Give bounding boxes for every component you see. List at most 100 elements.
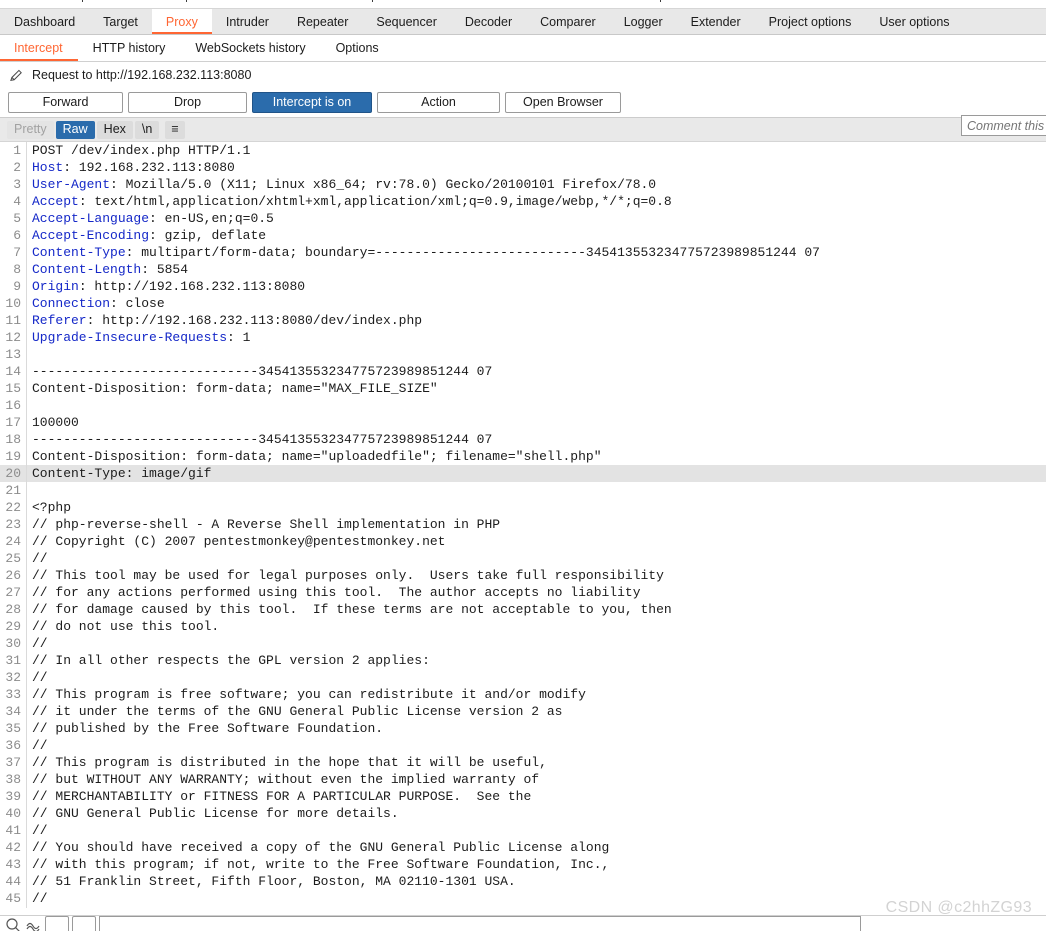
- code-line[interactable]: 40 // GNU General Public License for more…: [0, 805, 1046, 822]
- hamburger-menu-icon[interactable]: ≡: [165, 120, 185, 139]
- code-line[interactable]: 20 Content-Type: image/gif: [0, 465, 1046, 482]
- line-segment: Content-Type: image/gif: [32, 466, 212, 481]
- main-tab-proxy[interactable]: Proxy: [151, 9, 212, 34]
- code-line[interactable]: 9 Origin: http://192.168.232.113:8080: [0, 278, 1046, 295]
- main-tab-sequencer[interactable]: Sequencer: [362, 9, 450, 34]
- code-line[interactable]: 23 // php-reverse-shell - A Reverse Shell…: [0, 516, 1046, 533]
- code-line[interactable]: 8 Content-Length: 5854: [0, 261, 1046, 278]
- pretty-view-button[interactable]: Pretty: [7, 120, 54, 139]
- request-target-row: Request to http://192.168.232.113:8080: [0, 62, 1046, 88]
- code-line[interactable]: 37 // This program is distributed in the …: [0, 754, 1046, 771]
- sub-tab-http-history[interactable]: HTTP history: [78, 35, 181, 61]
- raw-view-button[interactable]: Raw: [55, 120, 95, 139]
- code-line[interactable]: 46// This tool may be used for legal pur…: [0, 907, 1046, 908]
- code-line[interactable]: 1 POST /dev/index.php HTTP/1.1: [0, 142, 1046, 159]
- main-tab-logger[interactable]: Logger: [610, 9, 677, 34]
- code-line[interactable]: 27 // for any actions performed using thi…: [0, 584, 1046, 601]
- code-line[interactable]: 6 Accept-Encoding: gzip, deflate: [0, 227, 1046, 244]
- code-line[interactable]: 22 <?php: [0, 499, 1046, 516]
- main-tab-decoder[interactable]: Decoder: [451, 9, 526, 34]
- line-number: 36: [0, 737, 27, 754]
- code-line[interactable]: 4 Accept: text/html,application/xhtml+xml…: [0, 193, 1046, 210]
- code-line[interactable]: 14 -----------------------------345413553…: [0, 363, 1046, 380]
- search-prev-button[interactable]: [45, 916, 69, 931]
- main-tab-target[interactable]: Target: [89, 9, 152, 34]
- main-tab-user-options[interactable]: User options: [865, 9, 963, 34]
- line-text: Content-Type: image/gif: [27, 465, 211, 482]
- code-line[interactable]: 28 // for damage caused by this tool. If …: [0, 601, 1046, 618]
- code-line[interactable]: 13: [0, 346, 1046, 363]
- line-text: Upgrade-Insecure-Requests: 1: [27, 329, 250, 346]
- code-line[interactable]: 42 // You should have received a copy of …: [0, 839, 1046, 856]
- code-line[interactable]: 44 // 51 Franklin Street, Fifth Floor, Bo…: [0, 873, 1046, 890]
- code-line[interactable]: 41 //: [0, 822, 1046, 839]
- code-line[interactable]: 16: [0, 397, 1046, 414]
- code-line[interactable]: 36 //: [0, 737, 1046, 754]
- code-line[interactable]: 21: [0, 482, 1046, 499]
- main-tab-comparer[interactable]: Comparer: [526, 9, 610, 34]
- filter-icon[interactable]: [25, 916, 42, 931]
- drop-button[interactable]: Drop: [128, 92, 247, 113]
- code-line[interactable]: 10 Connection: close: [0, 295, 1046, 312]
- code-line[interactable]: 17 100000: [0, 414, 1046, 431]
- line-number: 35: [0, 720, 27, 737]
- comment-input[interactable]: [961, 115, 1046, 136]
- code-line[interactable]: 35 // published by the Free Software Foun…: [0, 720, 1046, 737]
- code-line[interactable]: 2 Host: 192.168.232.113:8080: [0, 159, 1046, 176]
- code-line[interactable]: 11 Referer: http://192.168.232.113:8080/d…: [0, 312, 1046, 329]
- code-line[interactable]: 18 -----------------------------345413553…: [0, 431, 1046, 448]
- newline-toggle-button[interactable]: \n: [134, 120, 160, 139]
- line-text: // This tool may be used for legal purpo…: [27, 567, 664, 584]
- sub-tab-websockets-history[interactable]: WebSockets history: [180, 35, 320, 61]
- hex-view-button[interactable]: Hex: [96, 120, 133, 139]
- action-button[interactable]: Action: [377, 92, 500, 113]
- line-segment: // for any actions performed using this …: [32, 585, 641, 600]
- code-line[interactable]: 24 // Copyright (C) 2007 pentestmonkey@pe…: [0, 533, 1046, 550]
- code-line[interactable]: 31 // In all other respects the GPL versi…: [0, 652, 1046, 669]
- line-number: 20: [0, 465, 27, 482]
- code-line[interactable]: 39 // MERCHANTABILITY or FITNESS FOR A PA…: [0, 788, 1046, 805]
- header-name: User-Agent: [32, 177, 111, 192]
- code-line[interactable]: 32 //: [0, 669, 1046, 686]
- forward-button[interactable]: Forward: [8, 92, 123, 113]
- code-line[interactable]: 15 Content-Disposition: form-data; name="…: [0, 380, 1046, 397]
- intercept-toggle-button[interactable]: Intercept is on: [252, 92, 372, 113]
- code-line[interactable]: 3 User-Agent: Mozilla/5.0 (X11; Linux x86…: [0, 176, 1046, 193]
- code-line[interactable]: 29 // do not use this tool.: [0, 618, 1046, 635]
- sub-tab-intercept[interactable]: Intercept: [0, 35, 78, 61]
- sub-tab-options[interactable]: Options: [321, 35, 394, 61]
- request-editor[interactable]: 1 POST /dev/index.php HTTP/1.1 2 Host: 192.…: [0, 142, 1046, 908]
- line-text: // GNU General Public License for more d…: [27, 805, 399, 822]
- search-input[interactable]: [99, 916, 861, 931]
- code-line[interactable]: 38 // but WITHOUT ANY WARRANTY; without e…: [0, 771, 1046, 788]
- code-line[interactable]: 26 // This tool may be used for legal pur…: [0, 567, 1046, 584]
- main-tab-extender[interactable]: Extender: [677, 9, 755, 34]
- code-line[interactable]: 30 //: [0, 635, 1046, 652]
- main-tab-project-options[interactable]: Project options: [755, 9, 866, 34]
- line-number: 43: [0, 856, 27, 873]
- line-segment: // php-reverse-shell - A Reverse Shell i…: [32, 517, 501, 532]
- code-line[interactable]: 33 // This program is free software; you …: [0, 686, 1046, 703]
- code-line[interactable]: 7 Content-Type: multipart/form-data; boun…: [0, 244, 1046, 261]
- code-line[interactable]: 19 Content-Disposition: form-data; name="…: [0, 448, 1046, 465]
- line-segment: // This program is free software; you ca…: [32, 687, 586, 702]
- code-line[interactable]: 43 // with this program; if not, write to…: [0, 856, 1046, 873]
- code-line[interactable]: 12 Upgrade-Insecure-Requests: 1: [0, 329, 1046, 346]
- code-line[interactable]: 45 //: [0, 890, 1046, 907]
- code-line[interactable]: 25 //: [0, 550, 1046, 567]
- line-segment: : en-US,en;q=0.5: [149, 211, 274, 226]
- line-number: 40: [0, 805, 27, 822]
- main-tab-dashboard[interactable]: Dashboard: [0, 9, 89, 34]
- line-text: // for damage caused by this tool. If th…: [27, 601, 672, 618]
- cut-divider-tick: [372, 0, 373, 2]
- main-tab-repeater[interactable]: Repeater: [283, 9, 362, 34]
- main-tab-intruder[interactable]: Intruder: [212, 9, 283, 34]
- search-next-button[interactable]: [72, 916, 96, 931]
- open-browser-button[interactable]: Open Browser: [505, 92, 621, 113]
- search-icon[interactable]: [5, 916, 22, 931]
- line-number: 24: [0, 533, 27, 550]
- code-line[interactable]: 5 Accept-Language: en-US,en;q=0.5: [0, 210, 1046, 227]
- code-line[interactable]: 34 // it under the terms of the GNU Gener…: [0, 703, 1046, 720]
- line-number: 21: [0, 482, 27, 499]
- line-text: // This program is free software; you ca…: [27, 686, 586, 703]
